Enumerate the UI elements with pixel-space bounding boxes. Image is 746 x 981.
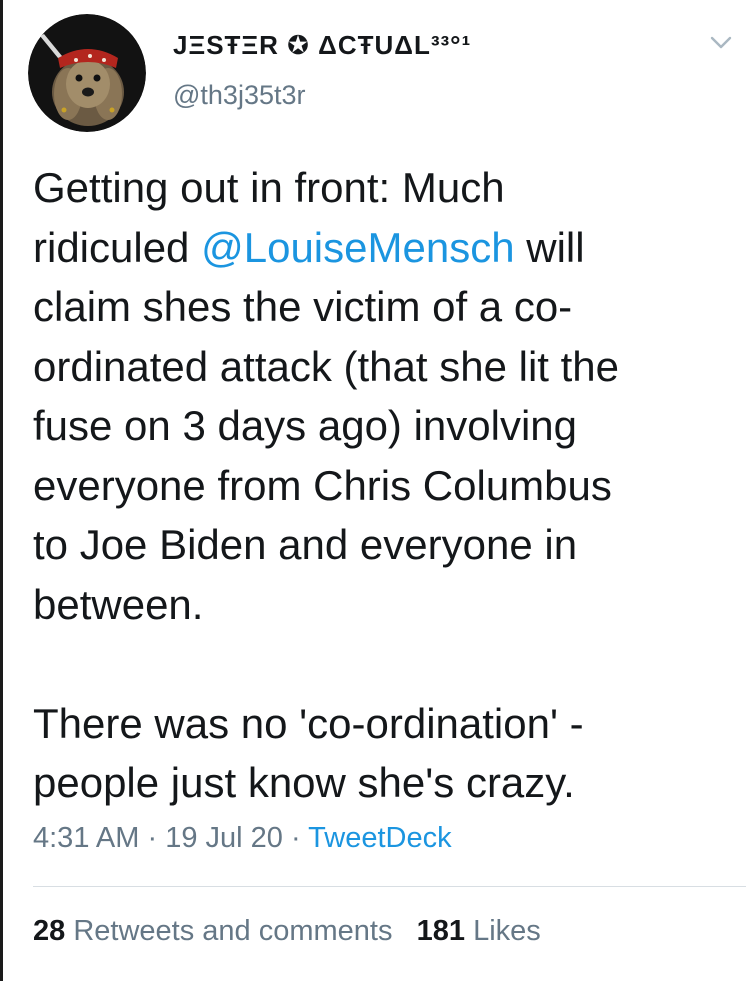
user-handle[interactable]: @th3j35t3r: [173, 80, 305, 111]
divider: [33, 886, 746, 887]
tweet-date[interactable]: 19 Jul 20: [165, 822, 283, 854]
tweet-source-link[interactable]: TweetDeck: [308, 822, 451, 854]
retweets-label: Retweets and comments: [65, 915, 393, 947]
retweets-count: 28: [33, 915, 66, 947]
meta-separator: ·: [139, 822, 166, 854]
display-name[interactable]: JΞSŦΞR ✪ ΔCŦUΔL³³°¹: [173, 30, 471, 61]
meta-separator: ·: [282, 822, 309, 854]
tweet-text-part-2: will claim shes the victim of a co- ordi…: [33, 223, 620, 807]
retweets-stat[interactable]: 28 Retweets and comments: [33, 915, 392, 947]
tweet-meta: 4:31 AM · 19 Jul 20 · TweetDeck: [33, 822, 452, 855]
likes-label: Likes: [465, 915, 541, 947]
likes-count: 181: [416, 915, 466, 947]
chevron-down-icon[interactable]: [710, 36, 732, 50]
dog-pirate-avatar-icon: [28, 14, 146, 132]
avatar[interactable]: [28, 14, 146, 132]
likes-stat[interactable]: 181 Likes: [417, 915, 541, 947]
tweet-card: JΞSŦΞR ✪ ΔCŦUΔL³³°¹ @th3j35t3r Getting o…: [0, 0, 746, 981]
tweet-text: Getting out in front: Much ridiculed @Lo…: [33, 158, 733, 813]
tweet-stats: 28 Retweets and comments 181 Likes: [33, 915, 541, 948]
mention-link[interactable]: @LouiseMensch: [201, 224, 514, 271]
tweet-time[interactable]: 4:31 AM: [33, 822, 139, 854]
